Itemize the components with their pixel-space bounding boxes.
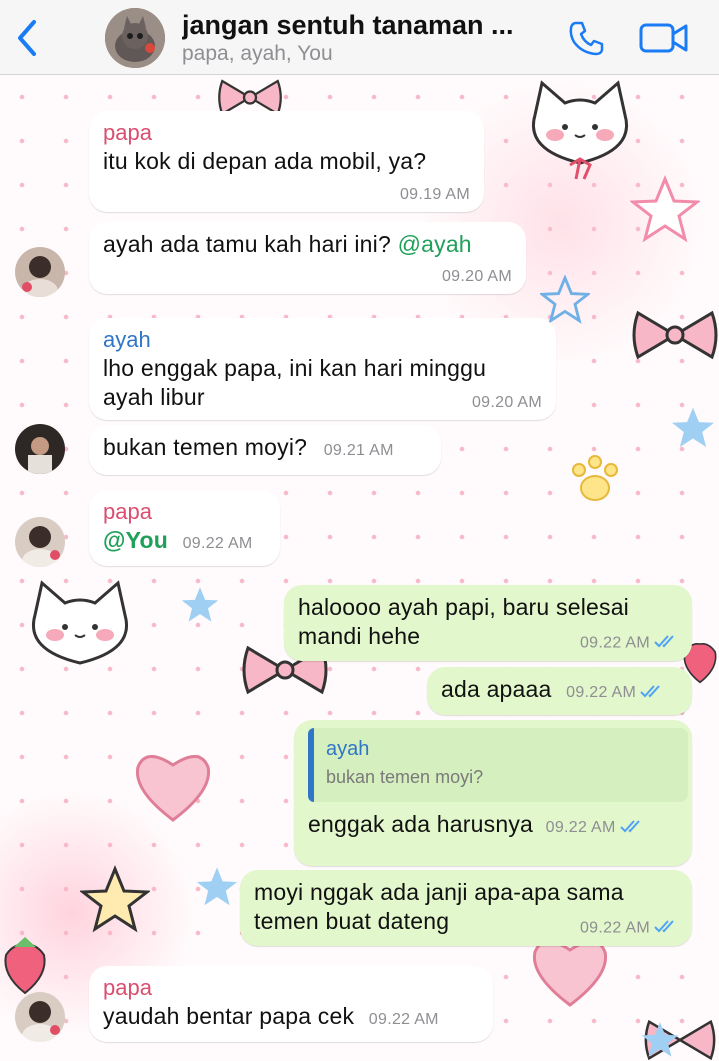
chat-title[interactable]: jangan sentuh tanaman ...: [182, 10, 554, 41]
message-status: 09.22 AM: [580, 919, 678, 938]
message-text: ada apaaa: [441, 676, 552, 702]
message-time: 09.22 AM: [579, 919, 650, 937]
message-time: 09.22 AM: [566, 684, 637, 701]
message-text: yaudah bentar papa cek: [103, 1003, 355, 1029]
cat-face-sticker-icon: [532, 80, 628, 180]
message-status: 09.22 AM: [580, 634, 678, 653]
paw-sticker-icon: [572, 455, 618, 501]
sender-name[interactable]: papa: [103, 498, 266, 526]
quoted-text: bukan temen moyi?: [326, 767, 484, 787]
message-bubble[interactable]: papa yaudah bentar papa cek 09.22 AM: [89, 966, 493, 1042]
message-text-wrapper: enggak ada harusnya 09.22 AM: [308, 810, 678, 842]
star-sticker-icon: [630, 175, 700, 243]
read-ticks-icon: [654, 919, 678, 938]
message-bubble[interactable]: papa itu kok di depan ada mobil, ya? 09.…: [89, 111, 484, 212]
message-text: ayah ada tamu kah hari ini?: [103, 231, 391, 257]
message-text-wrapper: @You 09.22 AM: [103, 526, 266, 558]
star-sticker-icon: [641, 1022, 679, 1057]
message-bubble[interactable]: ayah bukan temen moyi? enggak ada harusn…: [294, 720, 692, 866]
message-time: 09.20 AM: [441, 268, 512, 285]
message-time: 09.20 AM: [471, 394, 542, 411]
message-time: 09.22 AM: [368, 1011, 439, 1028]
ayah-avatar[interactable]: [15, 247, 65, 297]
read-ticks-icon: [654, 634, 678, 653]
message-bubble[interactable]: papa @You 09.22 AM: [89, 490, 280, 566]
quoted-reply[interactable]: ayah bukan temen moyi?: [308, 728, 688, 802]
bow-sticker-icon: [632, 310, 718, 360]
sender-name[interactable]: ayah: [103, 326, 542, 354]
star-sticker-icon: [181, 587, 219, 622]
message-text-line: haloooo ayah papi, baru selesai: [298, 594, 629, 620]
phone-call-icon[interactable]: [566, 18, 606, 58]
message-text: itu kok di depan ada mobil, ya?: [103, 148, 427, 174]
read-ticks-icon: [640, 676, 664, 705]
message-text: bukan temen moyi?: [103, 434, 308, 460]
papa-avatar[interactable]: [15, 992, 65, 1042]
mention-you[interactable]: @You: [103, 527, 168, 553]
group-avatar[interactable]: [105, 8, 165, 68]
message-bubble[interactable]: haloooo ayah papi, baru selesai mandi he…: [284, 585, 692, 661]
message-time: 09.21 AM: [323, 442, 394, 459]
heart-sticker-icon: [135, 755, 211, 822]
message-text: enggak ada harusnya: [308, 811, 534, 837]
message-text-wrapper: yaudah bentar papa cek 09.22 AM: [103, 1002, 479, 1034]
message-time: 09.22 AM: [579, 634, 650, 652]
message-text-wrapper: ayah ada tamu kah hari ini? @ayah: [103, 230, 512, 259]
papa-avatar[interactable]: [15, 517, 65, 567]
message-time: 09.19 AM: [399, 186, 470, 203]
message-bubble[interactable]: ada apaaa 09.22 AM: [427, 667, 692, 715]
message-bubble[interactable]: moyi nggak ada janji apa-apa sama temen …: [240, 870, 692, 946]
message-bubble[interactable]: bukan temen moyi? 09.21 AM: [89, 425, 441, 475]
ayah-avatar[interactable]: [15, 424, 65, 474]
quoted-sender: ayah: [326, 738, 370, 760]
read-ticks-icon: [619, 811, 644, 840]
mention-ayah[interactable]: @ayah: [398, 231, 472, 257]
strawberry-sticker-icon: [4, 937, 46, 995]
message-bubble[interactable]: ayah ada tamu kah hari ini? @ayah 09.20 …: [89, 222, 526, 294]
message-text-line: moyi nggak ada janji apa-apa sama: [254, 879, 624, 905]
message-time: 09.22 AM: [545, 819, 616, 836]
message-text-wrapper: ada apaaa 09.22 AM: [441, 675, 678, 707]
cat-face-sticker-icon: [32, 580, 128, 665]
message-time: 09.22 AM: [182, 535, 253, 552]
quote-bar: [308, 728, 314, 802]
back-chevron-icon[interactable]: [10, 18, 44, 58]
message-text-line: lho enggak papa, ini kan hari minggu: [103, 355, 487, 381]
star-sticker-icon: [671, 407, 715, 448]
chat-participants[interactable]: papa, ayah, You: [182, 42, 333, 66]
sender-name[interactable]: papa: [103, 974, 479, 1002]
cookie-star-sticker-icon: [80, 865, 150, 933]
chat-header: jangan sentuh tanaman ... papa, ayah, Yo…: [0, 0, 719, 75]
sender-name[interactable]: papa: [103, 119, 470, 147]
message-text-wrapper: bukan temen moyi? 09.21 AM: [103, 433, 427, 465]
video-call-icon[interactable]: [638, 20, 690, 56]
star-sticker-icon: [540, 275, 590, 324]
star-sticker-icon: [196, 867, 238, 906]
message-bubble[interactable]: ayah lho enggak papa, ini kan hari mingg…: [89, 318, 556, 420]
